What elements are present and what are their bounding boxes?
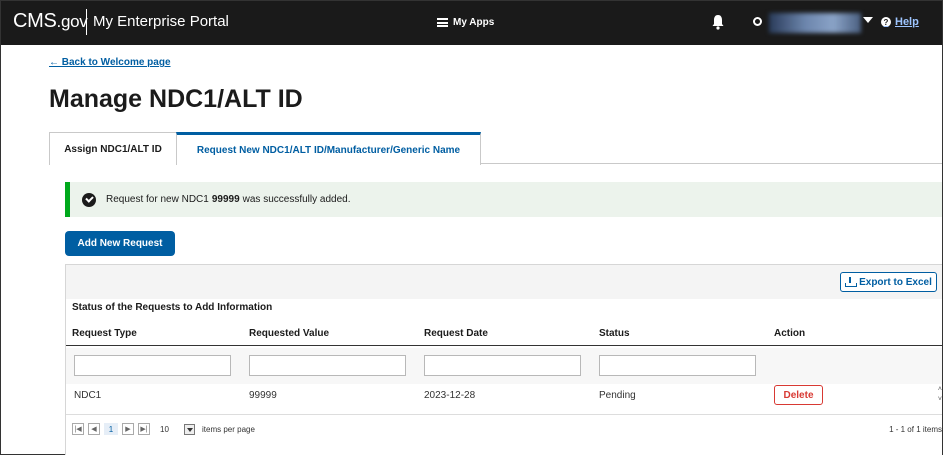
cell-requested-value: 99999 — [249, 390, 277, 401]
next-page-icon[interactable]: ▶ — [122, 423, 134, 435]
my-apps-label: My Apps — [453, 17, 495, 28]
pager: |◀ ◀ 1 ▶ ▶| 10 items per page — [72, 423, 255, 435]
per-page-label: items per page — [202, 424, 255, 434]
cell-status: Pending — [599, 390, 636, 401]
user-avatar-icon[interactable] — [753, 17, 762, 26]
menu-icon — [437, 18, 448, 27]
back-to-welcome-link[interactable]: ← Back to Welcome page — [49, 57, 171, 68]
cms-logo[interactable]: CMS.gov — [13, 10, 88, 33]
my-apps-button[interactable]: My Apps — [437, 17, 494, 28]
column-header-status[interactable]: Status — [599, 328, 630, 339]
cell-request-type: NDC1 — [74, 390, 102, 401]
export-to-excel-button[interactable]: Export to Excel — [840, 272, 937, 292]
export-label: Export to Excel — [859, 276, 932, 288]
column-header-request-type[interactable]: Request Type — [72, 328, 137, 339]
page-size-dropdown-icon[interactable] — [184, 423, 195, 435]
bell-icon[interactable] — [711, 14, 725, 30]
brand-suffix: .gov — [56, 12, 88, 31]
portal-name: My Enterprise Portal — [93, 13, 229, 30]
help-link[interactable]: ? Help — [881, 16, 919, 28]
page-title: Manage NDC1/ALT ID — [49, 85, 303, 113]
filter-status-input[interactable] — [599, 355, 756, 376]
column-header-request-date[interactable]: Request Date — [424, 328, 488, 339]
help-label: Help — [895, 16, 919, 28]
add-new-request-button[interactable]: Add New Request — [65, 231, 175, 256]
tab-assign-ndc1[interactable]: Assign NDC1/ALT ID — [49, 132, 177, 165]
filter-request-type-input[interactable] — [74, 355, 231, 376]
column-header-action: Action — [774, 328, 806, 339]
scroll-indicator-icon[interactable]: ˄ ˅ — [938, 385, 942, 405]
help-icon: ? — [881, 17, 891, 27]
requests-grid: Export to Excel Status of the Requests t… — [65, 264, 942, 455]
tab-bar: Assign NDC1/ALT ID Request New NDC1/ALT … — [49, 132, 942, 165]
row-divider — [66, 414, 942, 415]
grid-title: Status of the Requests to Add Informatio… — [72, 302, 273, 313]
brand-main: CMS — [13, 10, 57, 32]
alert-suffix: was successfully added. — [242, 194, 351, 205]
success-alert: Request for new NDC1 99999 was successfu… — [65, 182, 942, 217]
last-page-icon[interactable]: ▶| — [138, 423, 150, 435]
header-divider — [66, 345, 942, 346]
alert-prefix: Request for new NDC1 — [106, 194, 209, 205]
top-nav-bar: CMS.gov My Enterprise Portal My Apps ? H… — [1, 1, 942, 45]
page-number[interactable]: 1 — [104, 423, 118, 435]
cell-request-date: 2023-12-28 — [424, 390, 476, 401]
filter-request-date-input[interactable] — [424, 355, 581, 376]
page-size-value[interactable]: 10 — [160, 425, 180, 434]
download-icon — [845, 277, 858, 287]
grid-toolbar — [66, 265, 942, 299]
brand-divider — [86, 9, 87, 35]
prev-page-icon[interactable]: ◀ — [88, 423, 100, 435]
alert-value: 99999 — [211, 194, 240, 205]
delete-button[interactable]: Delete — [774, 385, 823, 405]
check-circle-icon — [82, 192, 96, 207]
pager-info: 1 - 1 of 1 items — [889, 425, 942, 434]
column-header-requested-value[interactable]: Requested Value — [249, 328, 329, 339]
user-name-redacted[interactable] — [769, 13, 861, 33]
first-page-icon[interactable]: |◀ — [72, 423, 84, 435]
filter-requested-value-input[interactable] — [249, 355, 406, 376]
user-menu-caret-icon[interactable] — [863, 17, 873, 23]
tab-request-new[interactable]: Request New NDC1/ALT ID/Manufacturer/Gen… — [176, 132, 481, 165]
